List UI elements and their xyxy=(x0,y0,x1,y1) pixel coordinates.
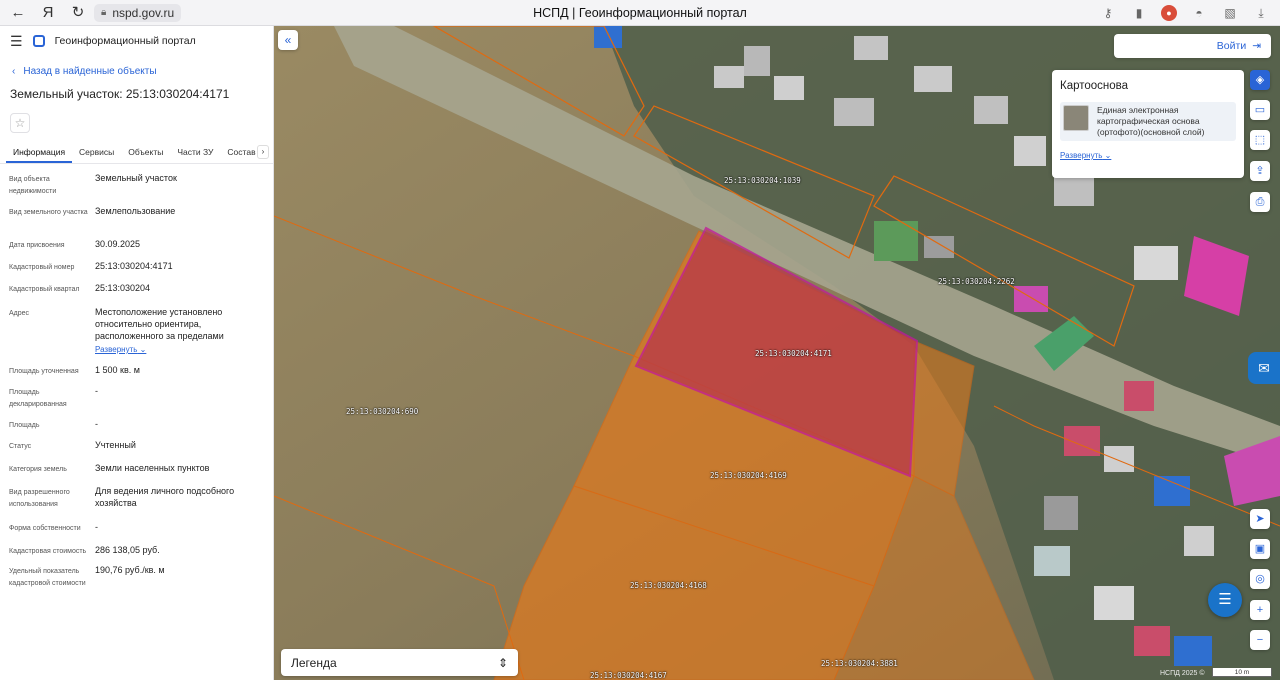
parcel-label: 25:13:030204:1039 xyxy=(724,176,801,185)
property-row: Дата присвоения 30.09.2025 xyxy=(9,239,141,249)
url-text: nspd.gov.ru xyxy=(112,5,175,20)
extension-icon[interactable]: ● xyxy=(1161,5,1177,21)
tab-parcel-parts[interactable]: Части ЗУ xyxy=(170,142,220,163)
property-row: Форма собственности - xyxy=(9,522,98,532)
collections-icon[interactable]: ◓ xyxy=(1190,4,1208,22)
select-area-tool-button[interactable]: ⬚ xyxy=(1250,130,1270,150)
back-arrow-icon[interactable]: ← xyxy=(10,4,26,21)
yandex-icon[interactable]: Я xyxy=(40,4,56,21)
collapse-panel-button[interactable]: « xyxy=(278,30,298,50)
orthophoto-thumbnail xyxy=(1063,105,1089,131)
property-row: Площадь декларированная - xyxy=(9,386,98,408)
scale-bar: 10 m xyxy=(1212,668,1272,677)
layers-tool-button[interactable]: ◈ xyxy=(1250,70,1270,90)
parcel-label: 25:13:030204:3881 xyxy=(821,659,898,668)
logo-icon xyxy=(32,35,45,47)
property-row: Категория земель Земли населенных пункто… xyxy=(9,463,210,473)
property-row: Площадь - xyxy=(9,419,98,429)
login-button[interactable]: Войти ⇥ xyxy=(1114,34,1271,58)
basemap-title: Картооснова xyxy=(1060,80,1129,92)
property-row: Вид объекта недвижимости Земельный участ… xyxy=(9,173,177,195)
parcel-label: 25:13:030204:4171 xyxy=(755,349,832,358)
bookmark-icon[interactable]: ▮ xyxy=(1130,4,1148,22)
property-row: Адрес Местоположение установлено относит… xyxy=(0,306,273,364)
print-icon[interactable]: ⎙ xyxy=(1250,192,1270,212)
geolocation-icon[interactable]: ➤ xyxy=(1250,509,1270,529)
copyright: НСПД 2025 © xyxy=(1160,670,1205,677)
sidebar-icon[interactable]: ▧ xyxy=(1221,4,1239,22)
reload-icon[interactable]: ↻ xyxy=(70,4,86,21)
tab-information[interactable]: Информация xyxy=(6,142,73,163)
chat-bubble-icon[interactable]: ☰ xyxy=(1208,583,1242,617)
basemap-panel: Картооснова Единая электронная картограф… xyxy=(1052,70,1244,178)
favorite-star-icon[interactable]: ☆ xyxy=(10,113,30,133)
chevron-up-down-icon: ⇕ xyxy=(497,655,508,670)
portal-name: Геоинформационный портал xyxy=(54,35,196,47)
legend-label: Легенда xyxy=(291,655,337,670)
tabs-scroll-right-icon[interactable]: › xyxy=(257,145,269,159)
key-icon[interactable]: ⚷ xyxy=(1099,4,1117,22)
basemap-layer-name: Единая электронная картографическая осно… xyxy=(1097,105,1205,137)
lock-icon: 🔒︎ xyxy=(101,7,107,18)
property-row: Площадь уточненная 1 500 кв. м xyxy=(9,365,140,375)
parcel-label: 25:13:030204:4167 xyxy=(590,671,667,680)
location-pin-icon[interactable]: ◎ xyxy=(1250,569,1270,589)
tab-services[interactable]: Сервисы xyxy=(72,142,121,163)
address-bar[interactable]: 🔒︎ nspd.gov.ru xyxy=(94,3,182,22)
address-value: Местоположение установлено относительно … xyxy=(95,307,224,341)
menu-icon[interactable]: ☰ xyxy=(10,33,23,50)
object-title: Земельный участок: 25:13:030204:4171 xyxy=(10,87,230,101)
property-row: Кадастровая стоимость 286 138,05 руб. xyxy=(9,545,160,555)
property-row: Вид разрешенного использования Для веден… xyxy=(9,486,235,508)
property-row: Кадастровый номер 25:13:030204:4171 xyxy=(9,261,173,271)
share-icon[interactable]: ⇪ xyxy=(1250,161,1270,181)
property-row: Удельный показатель кадастровой стоимост… xyxy=(9,565,165,587)
zoom-out-button[interactable]: − xyxy=(1250,630,1270,650)
tab-bar: Информация Сервисы Объекты Части ЗУ Сост… xyxy=(0,142,273,164)
ruler-tool-button[interactable]: ▭ xyxy=(1250,100,1270,120)
property-row: Кадастровый квартал 25:13:030204 xyxy=(9,283,151,293)
legend-button[interactable]: Легенда ⇕ xyxy=(281,649,518,676)
parcel-label: 25:13:030204:690 xyxy=(346,407,419,416)
login-label: Войти xyxy=(1216,40,1247,52)
parcel-label: 25:13:030204:4168 xyxy=(630,581,707,590)
page-title: НСПД | Геоинформационный портал xyxy=(533,5,747,20)
browser-toolbar: ← Я ↻ 🔒︎ nspd.gov.ru НСПД | Геоинформаци… xyxy=(0,0,1280,26)
basemap-expand-link[interactable]: Развернуть ⌄ xyxy=(1060,151,1236,160)
basemap-layer-item[interactable]: Единая электронная картографическая осно… xyxy=(1060,102,1236,141)
chevron-left-icon: ‹ xyxy=(12,66,16,77)
back-link[interactable]: ‹ Назад в найденные объекты xyxy=(0,66,273,77)
parcel-label: 25:13:030204:2262 xyxy=(938,277,1015,286)
tab-objects[interactable]: Объекты xyxy=(121,142,170,163)
picture-in-picture-icon[interactable]: ▣ xyxy=(1250,539,1270,559)
zoom-in-button[interactable]: + xyxy=(1250,600,1270,620)
property-row: Статус Учтенный xyxy=(9,440,136,450)
help-chat-icon[interactable]: ✉ xyxy=(1248,352,1280,384)
parcel-label: 25:13:030204:4169 xyxy=(710,471,787,480)
property-row: Вид земельного участка Землепользование xyxy=(9,206,176,216)
property-list: Вид объекта недвижимости Земельный участ… xyxy=(0,172,273,594)
login-icon: ⇥ xyxy=(1252,40,1261,52)
back-link-label: Назад в найденные объекты xyxy=(23,66,157,77)
download-icon[interactable]: ⤓ xyxy=(1252,4,1270,22)
address-expand-link[interactable]: Развернуть ⌄ xyxy=(95,344,146,356)
object-panel: ☰ Геоинформационный портал ‹ Назад в най… xyxy=(0,26,274,680)
